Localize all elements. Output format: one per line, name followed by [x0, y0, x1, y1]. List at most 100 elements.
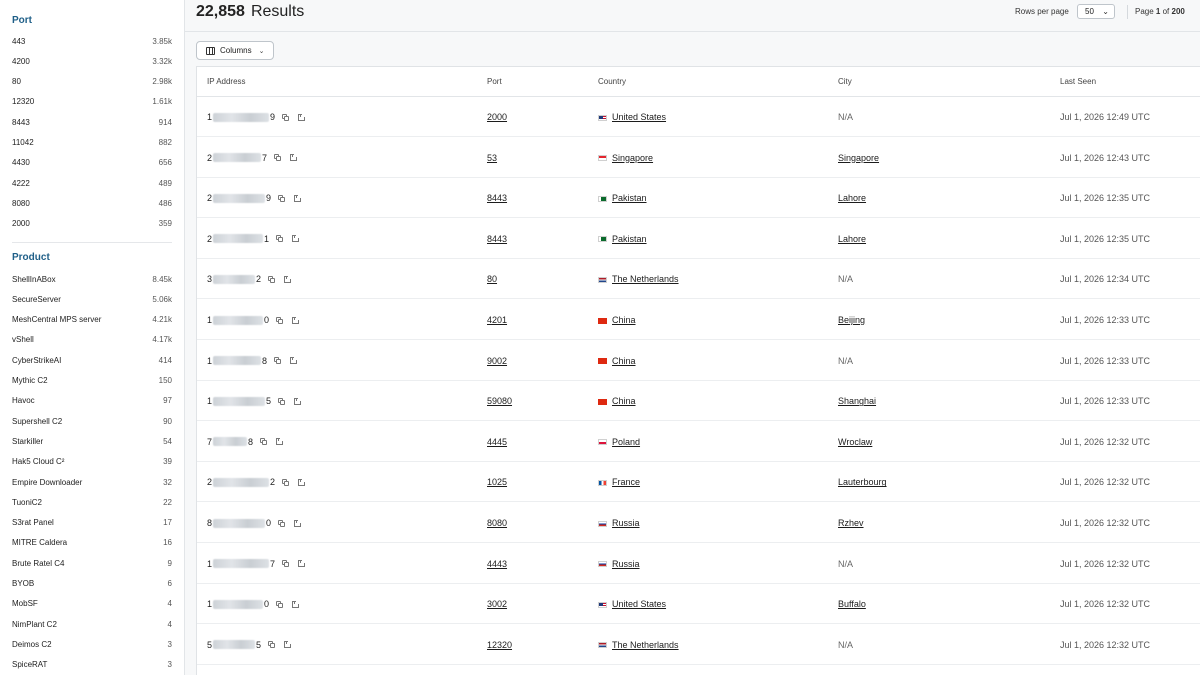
column-header-port[interactable]: Port	[487, 67, 502, 96]
expand-icon[interactable]	[284, 641, 292, 649]
copy-icon[interactable]	[274, 357, 282, 365]
city-link[interactable]: Lahore	[838, 219, 866, 259]
port-link[interactable]: 2000	[487, 97, 507, 137]
product-facet-item[interactable]: Hak5 Cloud C² 39	[12, 454, 172, 470]
table-row[interactable]: 1 0 3002 United States Buffalo Jul 1, 2026 12…	[197, 584, 1200, 625]
copy-icon[interactable]	[276, 316, 284, 324]
country-link[interactable]: The Netherlands	[612, 640, 679, 650]
table-row[interactable]: 7 8 4445 Poland Wroclaw Jul 1, 2026 12:32 UTC	[197, 422, 1200, 462]
product-facet-item[interactable]: MeshCentral MPS server 4.21k	[12, 312, 172, 328]
port-link[interactable]: 1025	[487, 462, 507, 502]
copy-icon[interactable]	[260, 438, 268, 446]
rows-per-page-select[interactable]: 50 ⌄	[1077, 4, 1115, 19]
product-facet-item[interactable]: CyberStrikeAI 414	[12, 352, 172, 368]
port-link[interactable]: 59080	[487, 381, 512, 421]
table-row[interactable]: 2 9 8443 Pakistan Lahore Jul 1, 2026 12:35 UT…	[197, 178, 1200, 219]
port-link[interactable]: 8080	[487, 503, 507, 543]
country-link[interactable]: United States	[612, 112, 666, 122]
port-facet-item[interactable]: 8080 486	[12, 195, 172, 211]
copy-icon[interactable]	[274, 154, 282, 162]
city-link[interactable]: Rzhev	[838, 503, 864, 543]
city-link[interactable]: Singapore	[838, 138, 879, 178]
product-facet-item[interactable]: Deimos C2 3	[12, 636, 172, 652]
city-link[interactable]: Lahore	[838, 178, 866, 218]
copy-icon[interactable]	[282, 478, 290, 486]
product-facet-item[interactable]: Mythic C2 150	[12, 373, 172, 389]
product-facet-item[interactable]: Brute Ratel C4 9	[12, 555, 172, 571]
product-facet-item[interactable]: MITRE Caldera 16	[12, 535, 172, 551]
table-row[interactable]: 2 7 53 Singapore Singapore Jul 1, 2026 12:43 …	[197, 138, 1200, 178]
product-facet-item[interactable]: MobSF 4	[12, 596, 172, 612]
product-facet-item[interactable]: Starkiller 54	[12, 433, 172, 449]
expand-icon[interactable]	[290, 154, 298, 162]
copy-icon[interactable]	[268, 641, 276, 649]
copy-icon[interactable]	[282, 113, 290, 121]
port-link[interactable]: 4201	[487, 300, 507, 340]
copy-icon[interactable]	[282, 560, 290, 568]
table-row[interactable]: 1 9 2000 United States N/A Jul 1, 2026 12:49 …	[197, 97, 1200, 137]
port-facet-item[interactable]: 4430 656	[12, 155, 172, 171]
country-link[interactable]: Russia	[612, 518, 640, 528]
product-facet-item[interactable]: TuoniC2 22	[12, 494, 172, 510]
column-header-ip[interactable]: IP Address	[207, 67, 246, 96]
copy-icon[interactable]	[278, 397, 286, 405]
product-facet-item[interactable]: vShell 4.17k	[12, 332, 172, 348]
port-link[interactable]: 4445	[487, 422, 507, 462]
expand-icon[interactable]	[276, 438, 284, 446]
country-link[interactable]: France	[612, 477, 640, 487]
port-link[interactable]: 53	[487, 138, 497, 178]
country-link[interactable]: Poland	[612, 437, 640, 447]
expand-icon[interactable]	[294, 194, 302, 202]
port-facet-item[interactable]: 12320 1.61k	[12, 94, 172, 110]
city-link[interactable]: Beijing	[838, 300, 865, 340]
product-facet-item[interactable]: ShellInABox 8.45k	[12, 271, 172, 287]
port-facet-item[interactable]: 80 2.98k	[12, 74, 172, 90]
table-row[interactable]: 1 0 4201 China Beijing Jul 1, 2026 12:33 UTC	[197, 300, 1200, 340]
expand-icon[interactable]	[290, 357, 298, 365]
port-link[interactable]: 80	[487, 259, 497, 299]
port-facet-item[interactable]: 8443 914	[12, 114, 172, 130]
column-header-country[interactable]: Country	[598, 67, 626, 96]
product-facet-item[interactable]: Empire Downloader 32	[12, 474, 172, 490]
country-link[interactable]: China	[612, 315, 636, 325]
column-header-city[interactable]: City	[838, 67, 852, 96]
table-row[interactable]: 8 0 8080 Russia Rzhev Jul 1, 2026 12:32 UTC	[197, 503, 1200, 543]
table-row[interactable]: 2 2 1025 France Lauterbourg Jul 1, 2026 12:32…	[197, 462, 1200, 503]
copy-icon[interactable]	[276, 235, 284, 243]
city-link[interactable]: Lauterbourg	[838, 462, 887, 502]
port-link[interactable]: 3002	[487, 584, 507, 624]
port-facet-item[interactable]: 443 3.85k	[12, 33, 172, 49]
port-link[interactable]: 8443	[487, 178, 507, 218]
copy-icon[interactable]	[278, 194, 286, 202]
table-row[interactable]: 2 1 8443 Pakistan Lahore Jul 1, 2026 12:35 UT…	[197, 219, 1200, 259]
country-link[interactable]: China	[612, 396, 636, 406]
product-facet-item[interactable]: SpiceRAT 3	[12, 657, 172, 673]
product-facet-item[interactable]: NimPlant C2 4	[12, 616, 172, 632]
country-link[interactable]: Singapore	[612, 153, 653, 163]
port-link[interactable]: 4443	[487, 544, 507, 584]
country-link[interactable]: The Netherlands	[612, 274, 679, 284]
table-row[interactable]: 1 5 59080 China Shanghai Jul 1, 2026 12:33 UT…	[197, 381, 1200, 422]
product-facet-item[interactable]: Havoc 97	[12, 393, 172, 409]
product-facet-item[interactable]: Supershell C2 90	[12, 413, 172, 429]
port-link[interactable]: 9002	[487, 341, 507, 381]
country-link[interactable]: Pakistan	[612, 193, 647, 203]
copy-icon[interactable]	[276, 600, 284, 608]
country-link[interactable]: United States	[612, 599, 666, 609]
country-link[interactable]: Pakistan	[612, 234, 647, 244]
expand-icon[interactable]	[294, 519, 302, 527]
country-link[interactable]: Russia	[612, 559, 640, 569]
port-link[interactable]: 12320	[487, 625, 512, 665]
city-link[interactable]: Wroclaw	[838, 422, 872, 462]
expand-icon[interactable]	[294, 397, 302, 405]
product-facet-item[interactable]: BYOB 6	[12, 576, 172, 592]
copy-icon[interactable]	[278, 519, 286, 527]
table-row[interactable]: 3 2 80 The Netherlands N/A Jul 1, 2026 12:34 …	[197, 259, 1200, 300]
city-link[interactable]: Buffalo	[838, 584, 866, 624]
copy-icon[interactable]	[268, 275, 276, 283]
product-facet-item[interactable]: S3rat Panel 17	[12, 515, 172, 531]
port-facet-item[interactable]: 2000 359	[12, 216, 172, 232]
table-row[interactable]: 1 7 4443 Russia N/A Jul 1, 2026 12:32 UTC	[197, 544, 1200, 584]
table-row[interactable]: 1 8 9002 China N/A Jul 1, 2026 12:33 UTC	[197, 341, 1200, 381]
port-facet-item[interactable]: 4200 3.32k	[12, 53, 172, 69]
